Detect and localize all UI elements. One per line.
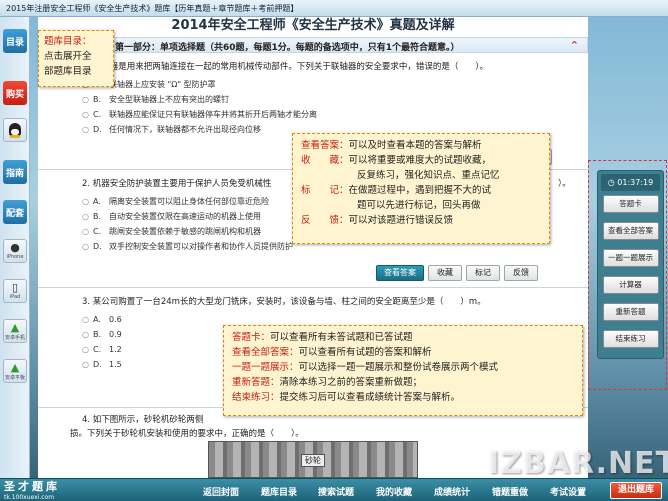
callout-row: 重新答题：清除本练习之前的答案重新做题； — [232, 377, 423, 388]
question-stem: 3. 某公司购置了一台24m长的大型龙门铣床，安装时，该设备与墙、柱之间的安全距… — [82, 297, 486, 307]
radio-icon[interactable]: ○ — [82, 242, 89, 251]
android-pad-label: 安卓平板 — [4, 374, 25, 381]
tools-callout: 查看答案：可以及时查看本题的答案与解析 收 藏：可以将重要或难度大的试题收藏， … — [292, 133, 550, 244]
option-a[interactable]: ○A.联轴器上应安装 "Ω" 型防护罩 — [38, 77, 588, 92]
callout-row: 收 藏：可以将重要或难度大的试题收藏， — [301, 155, 492, 166]
option-c[interactable]: ○ C. 联轴器应能保证只有联轴器停车并将其折开后两轴才能分离 — [38, 107, 588, 122]
callout-row: 题可以先进行标记，回头再做 — [357, 200, 481, 211]
android-pad-button[interactable]: ▲ 安卓平板 — [3, 359, 27, 383]
paper-title: 2014年安全工程师《安全生产技术》真题及详解 — [171, 18, 455, 33]
option-b[interactable]: ○ B. 安全型联轴器上不应有突出的螺钉 — [38, 92, 588, 107]
callout-row: 反复练习，强化知识点、重点记忆 — [357, 170, 500, 181]
section-header: 第一部分：单项选择题（共60题，每题1分。每题的备选项中，只有1个最符合题意。）… — [38, 37, 588, 53]
callout-row: 标 记：在做题过程中，遇到把握不大的试 — [301, 185, 492, 196]
divider — [38, 287, 588, 288]
radio-icon[interactable]: ○ — [82, 315, 89, 324]
callout-title: 题库目录： — [44, 36, 92, 47]
feedback-button[interactable]: 反馈 — [504, 265, 538, 281]
nav-settings[interactable]: 考试设置 — [550, 485, 586, 498]
radio-icon[interactable]: ○ — [82, 125, 89, 134]
answer-card-button[interactable]: 答题卡 — [602, 195, 659, 213]
callout-row: 结束练习：提交练习后可以查看成绩统计答案与解析。 — [232, 392, 461, 403]
nav-redo-wrong[interactable]: 错题重做 — [492, 485, 528, 498]
panel-callout: 答题卡：可以查看所有未答试题和已答试题 查看全部答案：可以查看所有试题的答案和解… — [223, 325, 583, 416]
left-sidebar: 目录 购买 指南 配套 ● iPhone ▯ iPad ▲ 安卓手机 ▲ 安卓平… — [0, 17, 30, 478]
nav-favorites[interactable]: 我的收藏 — [376, 485, 412, 498]
clock-icon: ◷ — [607, 178, 615, 187]
one-by-one-button[interactable]: 一题一题展示 — [602, 249, 659, 267]
question-stem: 1. 联轴器是用来把两轴连接在一起的常用机械传动部件。下列关于联轴器的安全要求中… — [82, 62, 489, 72]
callout-line: 部题库目录 — [44, 66, 92, 77]
guide-button[interactable]: 指南 — [3, 160, 27, 184]
config-button[interactable]: 配套 — [3, 200, 27, 224]
radio-icon[interactable]: ○ — [82, 345, 89, 354]
tablet-icon: ▯ — [11, 281, 19, 294]
calculator-button[interactable]: 计算器 — [602, 276, 659, 294]
restart-button[interactable]: 重新答题 — [602, 303, 659, 321]
collapse-icon[interactable]: ⌃ — [570, 39, 579, 52]
question-4: 4. 如下图所示，砂轮机砂轮两侧 损。下列关于砂轮机安装和使用的要求中，正确的是… — [38, 413, 588, 441]
favorite-button[interactable]: 收藏 — [428, 265, 462, 281]
radio-icon[interactable]: ○ — [82, 212, 89, 221]
android-phone-label: 安卓手机 — [4, 334, 25, 341]
iphone-label: iPhone — [6, 254, 24, 260]
nav-back-cover[interactable]: 返回封面 — [203, 485, 239, 498]
callout-line: 点击展开全 — [44, 51, 92, 62]
radio-icon[interactable]: ○ — [82, 95, 89, 104]
view-answer-button[interactable]: 查看答案 — [376, 265, 424, 281]
grinding-wheel-image: 砂轮 — [208, 441, 418, 478]
nav-search[interactable]: 搜索试题 — [318, 485, 354, 498]
android-tablet-icon: ▲ — [10, 360, 20, 374]
callout-row: 反 馈：可以对该题进行错误反馈 — [301, 215, 454, 226]
radio-icon[interactable]: ○ — [82, 110, 89, 119]
callout-row: 查看全部答案：可以查看所有试题的答案和解析 — [232, 347, 432, 358]
question-1: 1. 联轴器是用来把两轴连接在一起的常用机械传动部件。下列关于联轴器的安全要求中… — [38, 60, 588, 137]
qq-icon[interactable] — [3, 118, 27, 142]
question-stem-line-2: 损。下列关于砂轮机安装和使用的要求中，正确的是（ ）。 — [70, 429, 304, 439]
android-icon: ▲ — [10, 320, 20, 334]
timer: ◷ 01:37:19 — [601, 174, 660, 191]
callout-row: 查看答案：可以及时查看本题的答案与解析 — [301, 140, 482, 151]
radio-icon[interactable]: ○ — [82, 330, 89, 339]
nav-stats[interactable]: 成绩统计 — [434, 485, 470, 498]
exam-panel: ◷ 01:37:19 答题卡 查看全部答案 一题一题展示 计算器 重新答题 结束… — [597, 170, 664, 359]
ipad-label: iPad — [9, 294, 21, 300]
radio-icon[interactable]: ○ — [82, 197, 89, 206]
window-title: 2015年注册安全工程师《安全生产技术》题库【历年真题＋章节题库＋考前押题】 — [0, 0, 668, 17]
catalog-button[interactable]: 目录 — [3, 29, 27, 53]
section-header-text: 第一部分：单项选择题（共60题，每题1分。每题的备选项中，只有1个最符合题意。） — [115, 43, 460, 53]
watermark: IZBAR.NET — [488, 446, 668, 481]
radio-icon[interactable]: ○ — [82, 227, 89, 236]
callout-row: 一题一题展示：可以选择一题一题展示和整份试卷展示两个模式 — [232, 362, 499, 373]
finish-button[interactable]: 结束练习 — [602, 330, 659, 348]
iphone-button[interactable]: ● iPhone — [3, 239, 27, 263]
apple-icon: ● — [10, 241, 20, 254]
logo: 圣才题库 tk.100xuexi.com — [4, 480, 60, 501]
callout-row: 答题卡：可以查看所有未答试题和已答试题 — [232, 332, 413, 343]
buy-button[interactable]: 购买 — [3, 81, 27, 105]
bottom-nav: 圣才题库 tk.100xuexi.com 返回封面 题库目录 搜索试题 我的收藏 … — [0, 478, 668, 501]
radio-icon[interactable]: ○ — [82, 360, 89, 369]
android-phone-button[interactable]: ▲ 安卓手机 — [3, 319, 27, 343]
nav-catalog[interactable]: 题库目录 — [261, 485, 297, 498]
image-label: 砂轮 — [301, 454, 325, 467]
catalog-callout: 题库目录： 点击展开全 部题库目录 — [38, 30, 114, 87]
q2-tools: 查看答案 收藏 标记 反馈 — [376, 265, 538, 281]
exit-button[interactable]: 退出题库 — [610, 482, 662, 499]
view-all-answers-button[interactable]: 查看全部答案 — [602, 222, 659, 240]
ipad-button[interactable]: ▯ iPad — [3, 279, 27, 303]
mark-button[interactable]: 标记 — [466, 265, 500, 281]
